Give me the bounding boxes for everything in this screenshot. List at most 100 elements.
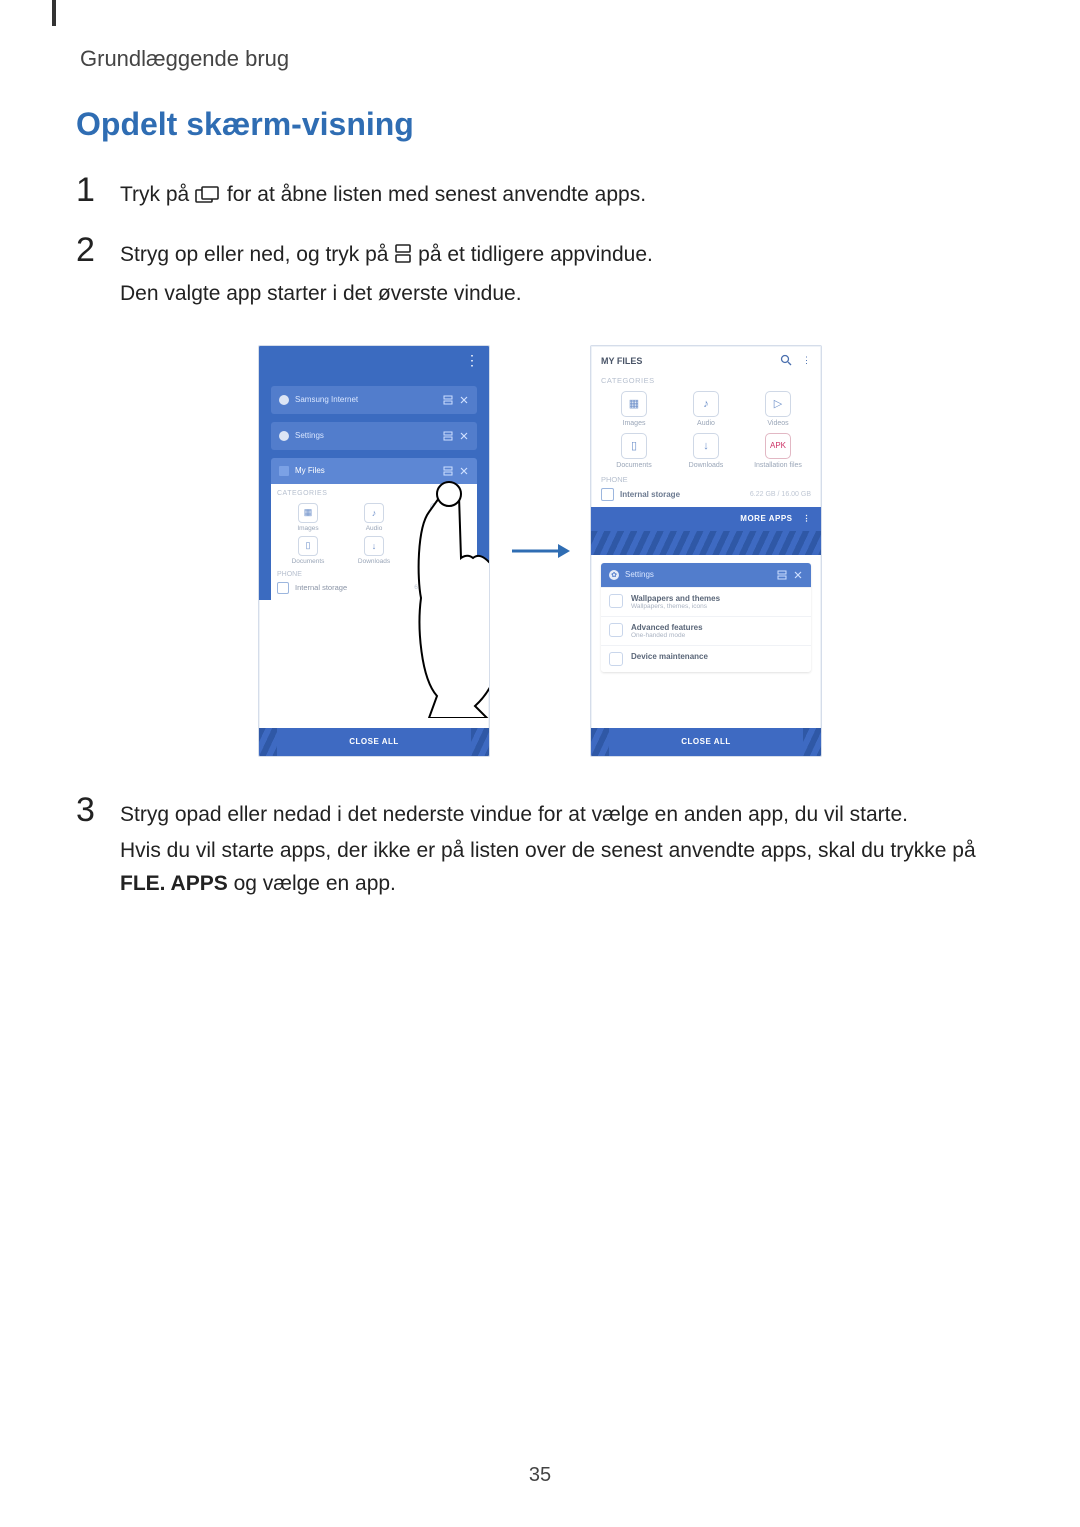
step-number: 3 [76,793,102,905]
documents-icon: ▯ [298,536,318,556]
step-2: 2 Stryg op eller ned, og tryk på på et t… [76,233,1004,315]
search-icon [780,354,792,368]
arrow [510,541,570,561]
close-icon [459,431,469,441]
row-title: Advanced features [631,623,703,632]
close-icon [459,395,469,405]
text-bold: FLE. APPS [120,872,228,895]
text: Stryg opad eller nedad i det nederste vi… [120,799,1004,832]
row-subtitle: One-handed mode [631,632,703,639]
apk-icon: APK [765,433,791,459]
tab-mark [52,0,56,26]
cat-label: Downloads [343,558,405,565]
cat-label: Installation [409,558,471,565]
maintenance-icon [609,652,623,666]
close-icon [459,466,469,476]
cat-label: Documents [277,558,339,565]
cat-label: Images [601,420,667,427]
stripe-decor [803,728,821,756]
text: for at åbne listen med senest anvendte a… [227,183,646,206]
close-all-button: CLOSE ALL [609,728,803,756]
cat-label: Installation files [745,462,811,469]
phone-label: PHONE [277,571,471,578]
text: Den valgte app starter i det øverste vin… [120,278,653,311]
category-grid: ▦Images ♪Audio ▷Videos ▯Documents ↓Downl… [277,503,471,565]
cat-label: Audio [673,420,739,427]
cat-label: Audio [343,525,405,532]
app-header: MY FILES ⋮ [591,346,821,376]
more-icon: ⋮ [803,514,812,523]
recent-app-item: Settings [271,422,477,450]
cat-label: Videos [409,525,471,532]
step-1: 1 Tryk på for at åbne listen med senest … [76,173,1004,219]
apk-icon: APK [430,536,450,556]
more-icon: ⋮ [802,355,811,366]
cat-label: Downloads [673,462,739,469]
close-all-bar: CLOSE ALL [591,728,821,756]
split-icon [443,431,453,441]
phone-label: PHONE [601,475,811,484]
more-apps-bar: MORE APPS ⋮ [591,507,821,531]
storage-label: Internal storage [620,490,680,499]
stripe-decor [471,728,489,756]
app-icon [279,431,289,441]
wallpaper-icon [609,594,623,608]
close-all-bar: CLOSE ALL [259,728,489,756]
videos-icon: ▷ [430,503,450,523]
page-title: Opdelt skærm-visning [76,106,1004,143]
row-subtitle: Wallpapers, themes, icons [631,603,720,610]
more-apps-label: MORE APPS [740,514,792,523]
text: på et tidligere appvindue. [418,243,653,266]
storage-icon [601,488,614,501]
step-body: Tryk på for at åbne listen med senest an… [120,173,646,219]
settings-list: Wallpapers and themesWallpapers, themes,… [601,587,811,672]
app-label: Samsung Internet [295,395,437,404]
text: og vælge en app. [234,872,396,895]
file-panel: CATEGORIES ▦Images ♪Audio ▷Videos ▯Docum… [591,376,821,501]
row-title: Device maintenance [631,652,708,661]
close-icon [793,570,803,580]
cat-label: Documents [601,462,667,469]
storage-row: Internal storage 6.21 GB / 16.00 GB [277,582,471,594]
file-panel: CATEGORIES ▦Images ♪Audio ▷Videos ▯Docum… [271,484,477,600]
text: Hvis du vil starte apps, der ikke er på … [120,839,976,862]
storage-size: 6.22 GB / 16.00 GB [750,491,811,498]
audio-icon: ♪ [693,391,719,417]
more-icon: ⋮ [465,352,479,369]
app-icon [279,395,289,405]
page-number: 35 [0,1464,1080,1487]
videos-icon: ▷ [765,391,791,417]
app-label: My Files [295,466,437,475]
steps-list-2: 3 Stryg opad eller nedad i det nederste … [76,793,1004,905]
recents-panel: Samsung Internet Settings My Files [259,376,489,600]
step-number: 2 [76,233,102,315]
settings-row: Device maintenance [601,645,811,672]
stripe-decor [591,531,821,555]
step-body: Stryg opad eller nedad i det nederste vi… [120,793,1004,905]
category-grid: ▦Images ♪Audio ▷Videos ▯Documents ↓Downl… [601,391,811,469]
app-label: Settings [295,431,437,440]
settings-header: ✿ Settings [601,563,811,587]
text: Stryg op eller ned, og tryk på [120,243,394,266]
storage-icon [277,582,289,594]
categories-label: CATEGORIES [601,376,811,385]
phone-left: ⋮ Samsung Internet Settings My Fil [258,345,490,757]
recent-apps-icon [195,182,221,215]
row-title: Wallpapers and themes [631,594,720,603]
step-number: 1 [76,173,102,219]
settings-row: Advanced featuresOne-handed mode [601,616,811,645]
steps-list: 1 Tryk på for at åbne listen med senest … [76,173,1004,315]
settings-title: Settings [625,570,771,579]
categories-label: CATEGORIES [277,490,471,497]
stripe-decor [259,728,277,756]
split-icon [443,466,453,476]
text: Tryk på [120,183,195,206]
split-icon [777,570,787,580]
gear-icon: ✿ [609,570,619,580]
storage-size: 6.21 GB / 16.00 GB [414,584,471,591]
cat-label: Images [277,525,339,532]
arrow-right-icon [510,541,570,561]
advanced-icon [609,623,623,637]
figure: ⋮ Samsung Internet Settings My Fil [76,345,1004,757]
settings-row: Wallpapers and themesWallpapers, themes,… [601,587,811,616]
